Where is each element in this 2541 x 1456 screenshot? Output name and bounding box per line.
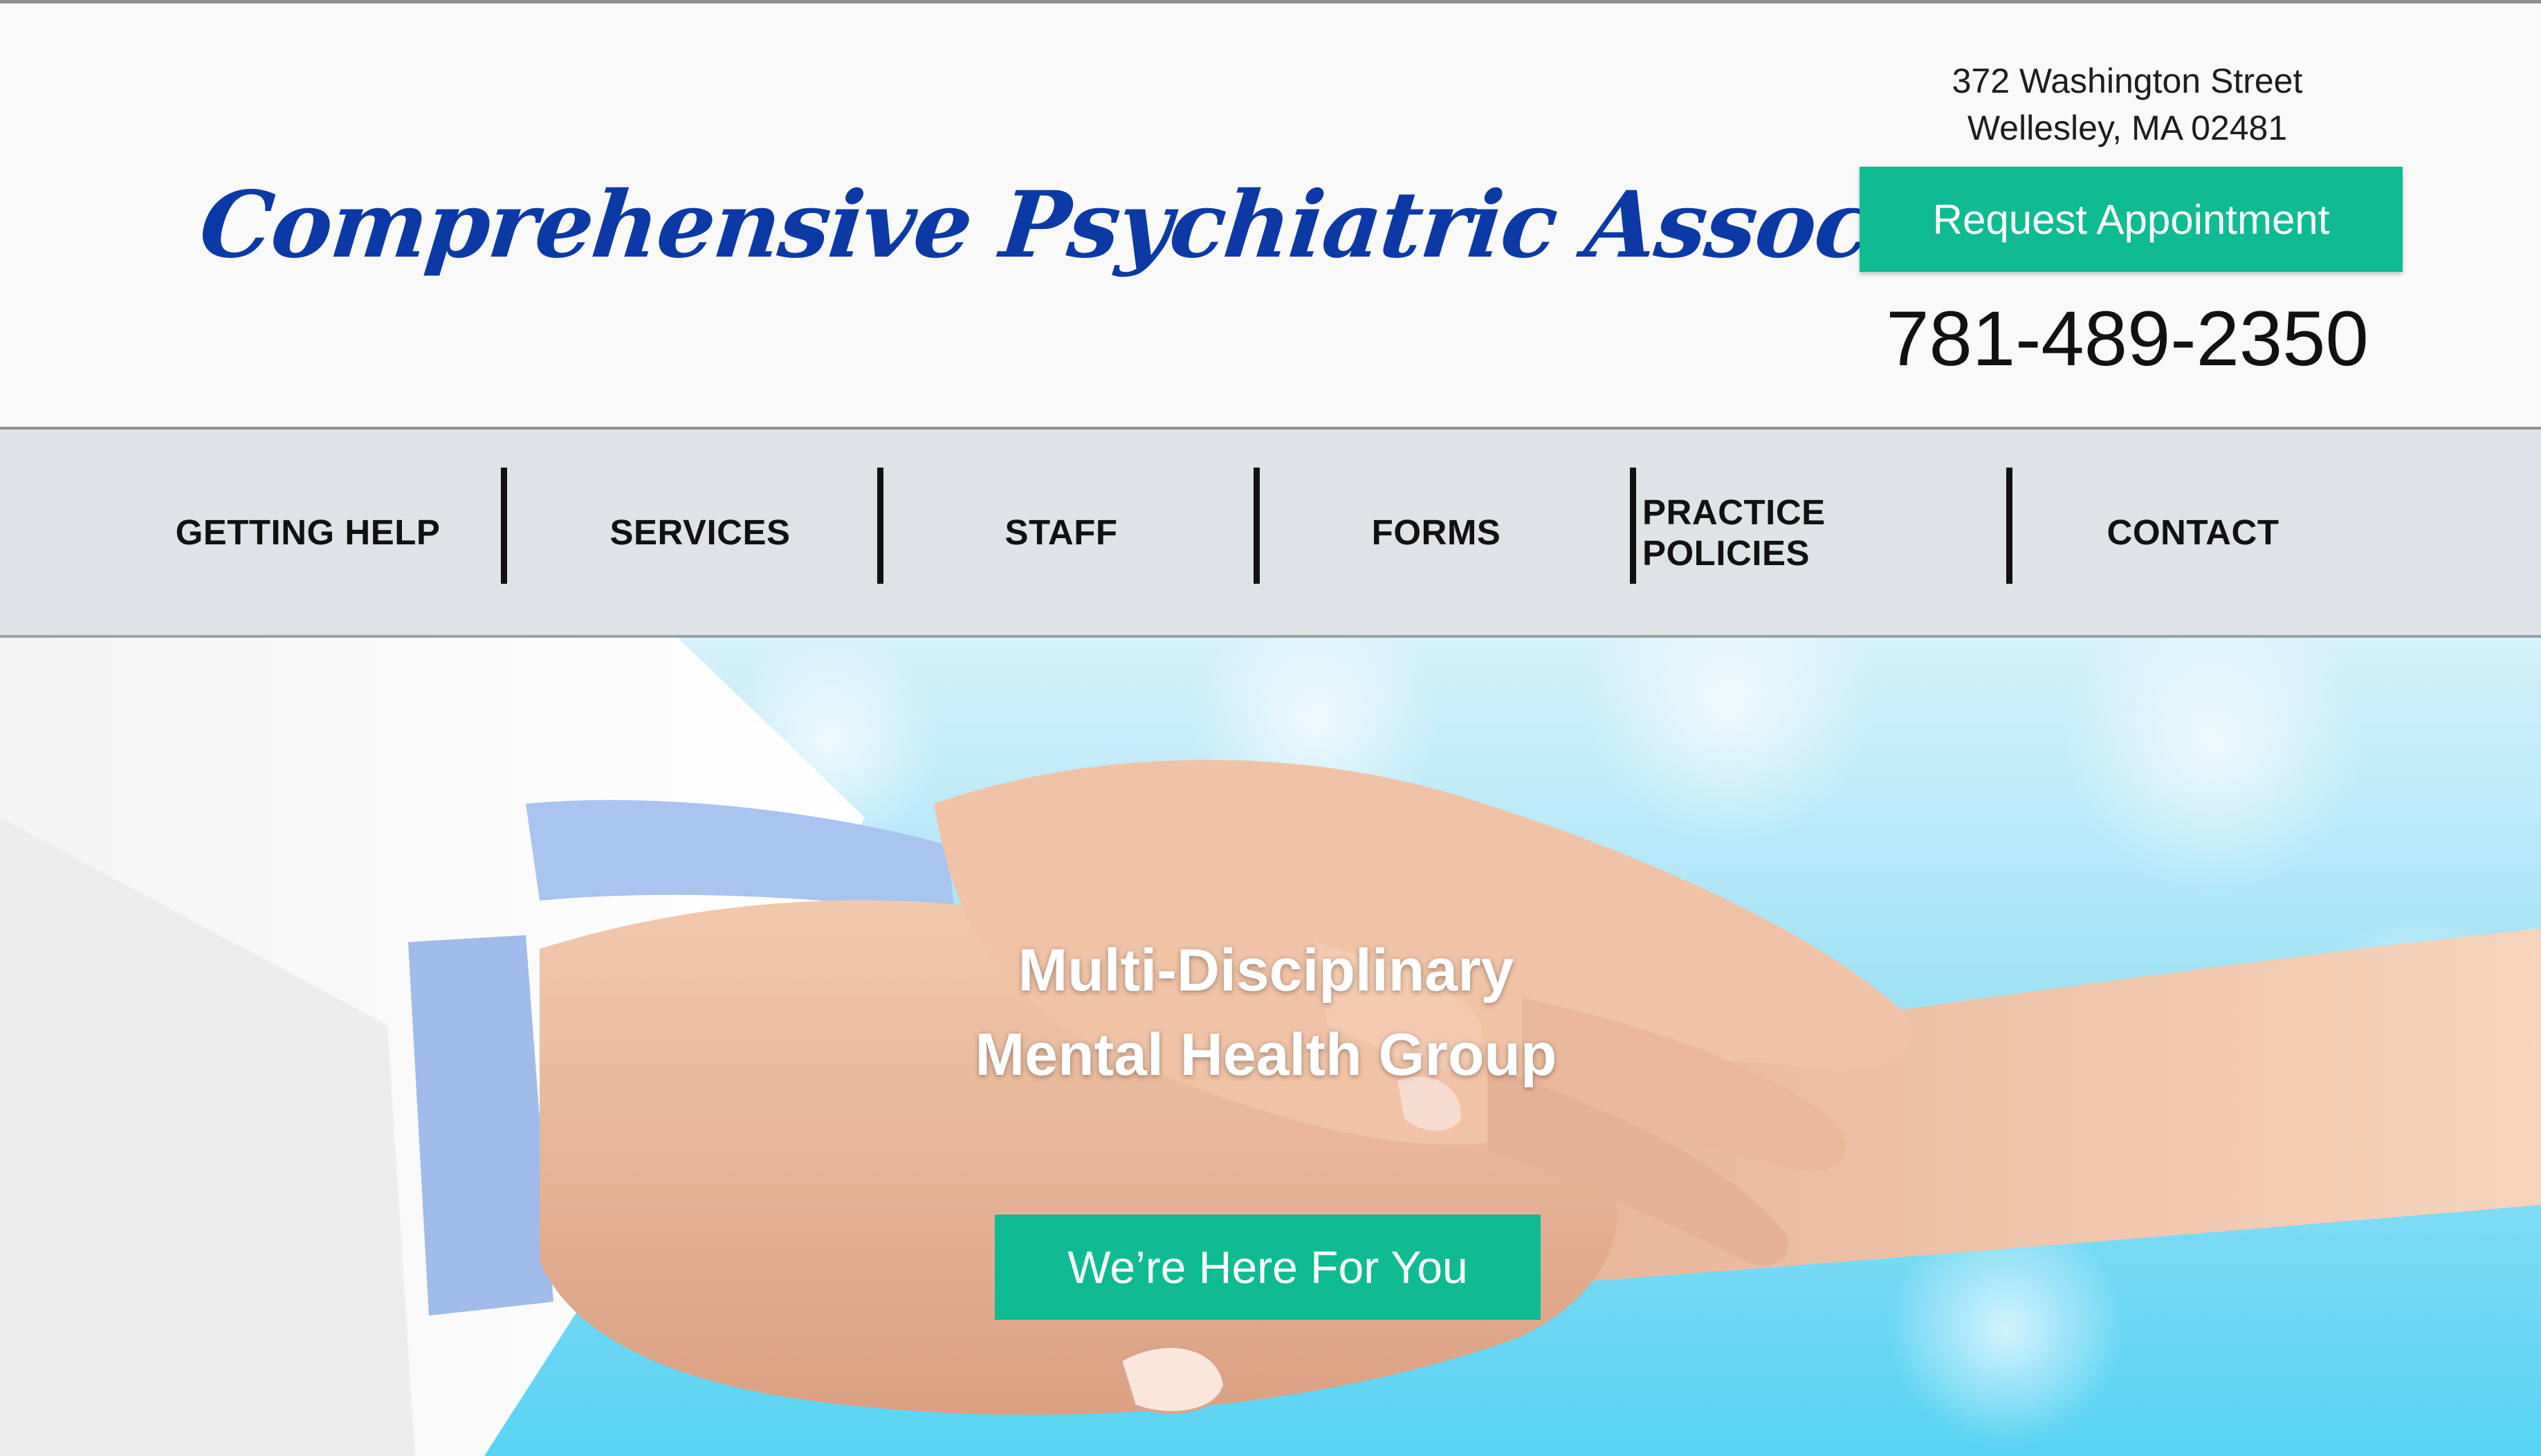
nav-separator (1254, 468, 1260, 584)
nav-item-services[interactable]: SERVICES (538, 430, 862, 635)
nav-item-staff[interactable]: STAFF (899, 430, 1223, 635)
nav-item-practice-policies[interactable]: PRACTICE POLICIES (1642, 430, 2002, 635)
address-city: Wellesley, MA 02481 (1967, 109, 2288, 147)
address-street: 372 Washington Street (1952, 62, 2303, 100)
hero-title-line1: Multi-Disciplinary (1018, 937, 1514, 1004)
hero-title-line2: Mental Health Group (975, 1022, 1557, 1088)
main-navigation: GETTING HELP SERVICES STAFF FORMS PRACTI… (0, 427, 2541, 638)
nav-separator (877, 468, 883, 584)
nav-item-forms[interactable]: FORMS (1273, 430, 1599, 635)
hero-banner: Multi-Disciplinary Mental Health Group W… (0, 638, 2541, 1456)
nav-item-contact[interactable]: CONTACT (2020, 430, 2366, 635)
phone-number-link[interactable]: 781-489-2350 (1792, 294, 2463, 383)
nav-separator (2006, 468, 2012, 584)
nav-separator (1630, 468, 1636, 584)
nav-item-getting-help[interactable]: GETTING HELP (156, 430, 460, 635)
site-header: Comprehensive Psychiatric Associates 372… (0, 3, 2541, 427)
hero-title: Multi-Disciplinary Mental Health Group (692, 928, 1840, 1097)
nav-separator (501, 468, 507, 584)
here-for-you-button[interactable]: We’re Here For You (995, 1215, 1541, 1320)
request-appointment-button[interactable]: Request Appointment (1860, 167, 2403, 272)
site-logo[interactable]: Comprehensive Psychiatric Associates (191, 135, 2114, 315)
address-block: 372 Washington Street Wellesley, MA 0248… (1792, 57, 2463, 151)
